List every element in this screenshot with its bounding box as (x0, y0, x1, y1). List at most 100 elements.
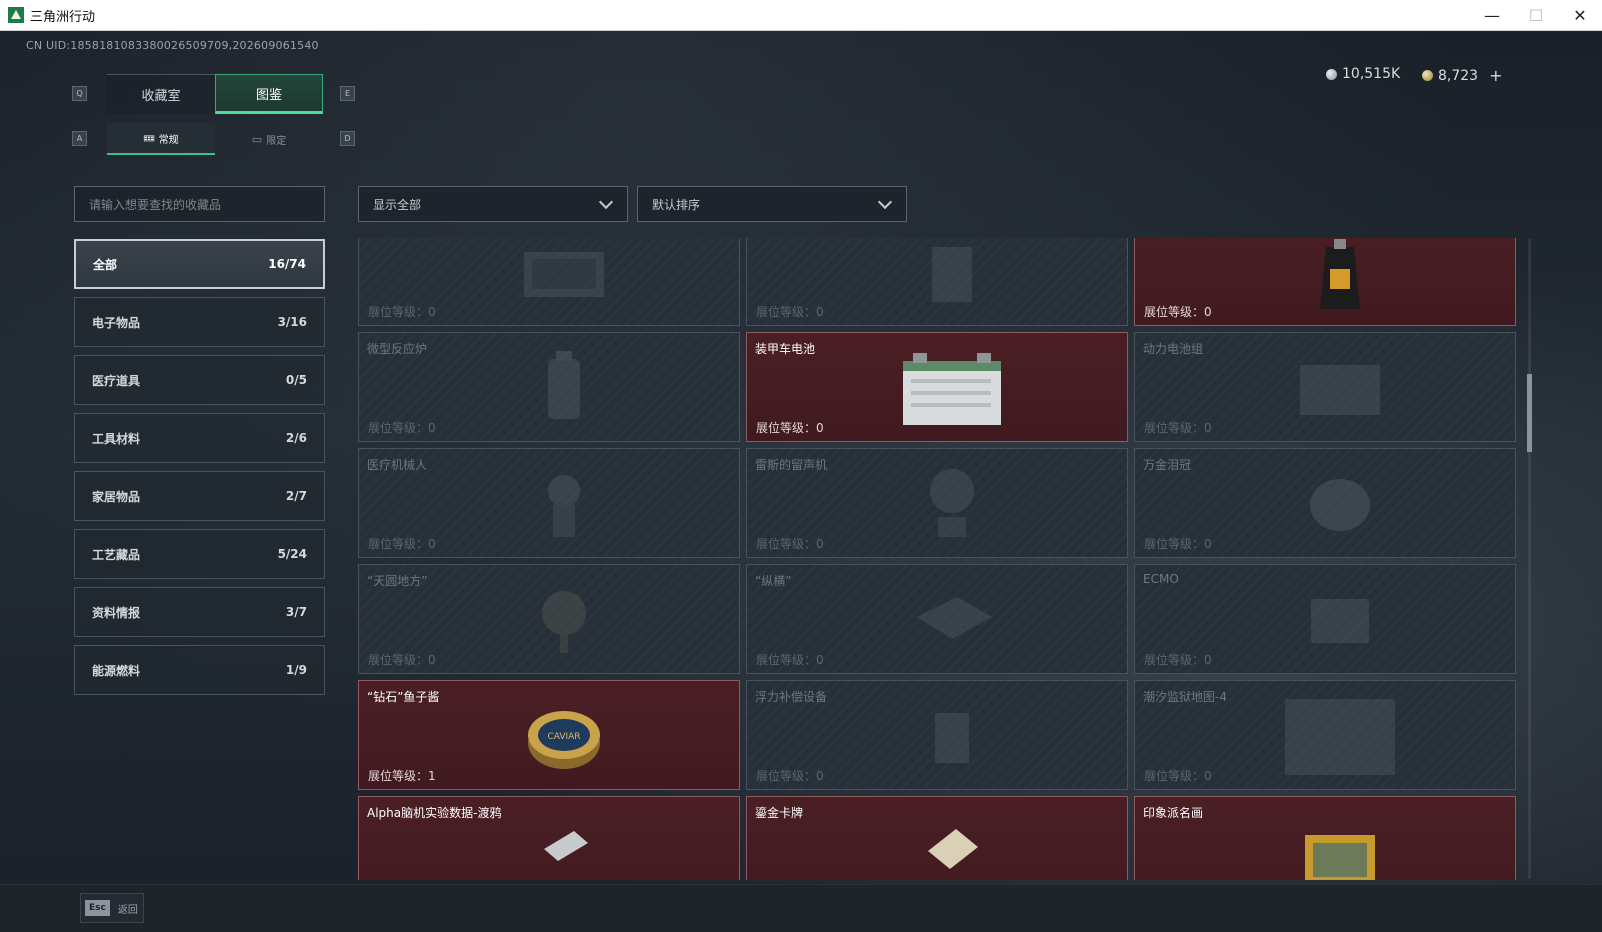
sub-tabs: 🝚 常规 ▭ 限定 (107, 123, 323, 155)
caviar-tin-icon: CAVIAR (509, 693, 619, 779)
card-level: 展位等级：0 (756, 421, 824, 435)
category-electronics[interactable]: 电子物品 3/16 (74, 297, 325, 347)
card-name: 雷斯的留声机 (755, 458, 828, 472)
card-name: 动力电池组 (1143, 342, 1204, 356)
category-count: 2/7 (285, 489, 307, 503)
key-hint-a[interactable]: A (72, 131, 87, 146)
collectible-card[interactable]: 装甲车电池 展位等级：0 (746, 332, 1128, 442)
card-level: 展位等级：1 (368, 769, 436, 783)
card-level: 展位等级：0 (756, 537, 824, 551)
back-button[interactable]: Esc 返回 (80, 893, 144, 923)
card-level: 展位等级：0 (1144, 305, 1212, 319)
crown-icon (1285, 461, 1395, 547)
flask-icon: 🝚 (143, 132, 155, 145)
card-name: 万金泪冠 (1143, 458, 1192, 472)
game-viewport: CN UID:1858181083380026509709,2026090615… (0, 31, 1602, 932)
category-name: 全部 (93, 257, 118, 272)
coffee-bag-icon (1285, 238, 1395, 315)
card-level: 展位等级：0 (756, 653, 824, 667)
filter-value: 显示全部 (373, 197, 422, 212)
collectible-card[interactable]: 万金泪冠 展位等级：0 (1134, 448, 1516, 558)
category-count: 1/9 (285, 663, 307, 677)
collectible-card[interactable]: 展位等级：0 (358, 238, 740, 326)
card-name: “天圆地方” (367, 574, 428, 588)
ecmo-machine-icon (1285, 577, 1395, 663)
card-name: 装甲车电池 (755, 342, 816, 356)
sort-value: 默认排序 (652, 197, 701, 212)
gold-amount: 8,723 (1438, 67, 1479, 84)
card-name: 浮力补偿设备 (755, 690, 828, 704)
bottom-bar: Esc 返回 (0, 884, 1602, 932)
close-button[interactable]: ✕ (1558, 0, 1602, 31)
category-intel[interactable]: 资料情报 3/7 (74, 587, 325, 637)
gold-card-icon (897, 809, 1007, 880)
card-name: “纵横” (755, 574, 792, 588)
subtab-limited[interactable]: ▭ 限定 (215, 123, 323, 155)
card-name: 微型反应炉 (367, 342, 428, 356)
collectible-card[interactable]: 潮汐监狱地图-4 展位等级：0 (1134, 680, 1516, 790)
category-count: 3/16 (277, 315, 307, 329)
subtab-regular[interactable]: 🝚 常规 (107, 123, 215, 155)
category-energy[interactable]: 能源燃料 1/9 (74, 645, 325, 695)
gold-currency: 8,723 + (1422, 66, 1503, 85)
collectible-card[interactable]: 雷斯的留声机 展位等级：0 (746, 448, 1128, 558)
card-level: 展位等级：0 (756, 769, 824, 783)
card-name: “钻石”鱼子酱 (367, 690, 440, 704)
collectible-card[interactable]: ECMO 展位等级：0 (1134, 564, 1516, 674)
category-medical[interactable]: 医疗道具 0/5 (74, 355, 325, 405)
collectible-card[interactable]: 医疗机械人 展位等级：0 (358, 448, 740, 558)
category-crafts[interactable]: 工艺藏品 5/24 (74, 529, 325, 579)
search-input[interactable]: 请输入想要查找的收藏品 (74, 186, 325, 222)
card-level: 展位等级：0 (368, 653, 436, 667)
card-level: 展位等级：0 (368, 421, 436, 435)
minimize-button[interactable]: — (1470, 0, 1514, 31)
key-hint-q[interactable]: Q (72, 86, 87, 101)
collectible-card[interactable]: 动力电池组 展位等级：0 (1134, 332, 1516, 442)
esc-key-icon: Esc (85, 900, 110, 916)
category-name: 资料情报 (92, 605, 141, 620)
silver-currency: 10,515K (1326, 66, 1400, 82)
card-level: 展位等级：0 (368, 305, 436, 319)
map-icon (1285, 693, 1395, 779)
gold-coin-icon (1422, 70, 1433, 81)
category-count: 5/24 (277, 547, 307, 561)
collectible-card[interactable]: 鎏金卡牌 (746, 796, 1128, 880)
key-hint-d[interactable]: D (340, 131, 355, 146)
collectible-card[interactable]: “纵横” 展位等级：0 (746, 564, 1128, 674)
collectible-card[interactable]: 展位等级：0 (1134, 238, 1516, 326)
add-currency-button[interactable]: + (1489, 66, 1502, 85)
category-all[interactable]: 全部 16/74 (74, 239, 325, 289)
category-tools[interactable]: 工具材料 2/6 (74, 413, 325, 463)
tab-collection-room[interactable]: 收藏室 (107, 74, 215, 114)
key-hint-e[interactable]: E (340, 86, 355, 101)
category-count: 2/6 (285, 431, 307, 445)
tab-codex[interactable]: 图鉴 (215, 74, 323, 114)
collectible-card[interactable]: Alpha脑机实验数据-渡鸦 (358, 796, 740, 880)
chevron-down-icon (598, 194, 614, 209)
window-controls: — ☐ ✕ (1470, 0, 1602, 31)
card-level: 展位等级：0 (368, 537, 436, 551)
battery-pack-icon (1285, 345, 1395, 431)
grid-scrollbar[interactable] (1528, 239, 1531, 879)
collectible-card[interactable]: 展位等级：0 (746, 238, 1128, 326)
collectible-card[interactable]: 印象派名画 (1134, 796, 1516, 880)
sort-dropdown[interactable]: 默认排序 (637, 186, 907, 222)
filter-dropdown[interactable]: 显示全部 (358, 186, 628, 222)
app-logo-icon (8, 7, 24, 23)
card-level: 展位等级：0 (1144, 421, 1212, 435)
category-name: 工艺藏品 (92, 547, 141, 562)
player-uid: CN UID:1858181083380026509709,2026090615… (26, 39, 319, 52)
collectible-card[interactable]: 浮力补偿设备 展位等级：0 (746, 680, 1128, 790)
grid-scrollbar-thumb[interactable] (1527, 374, 1532, 452)
collectible-card[interactable]: 微型反应炉 展位等级：0 (358, 332, 740, 442)
category-count: 3/7 (285, 605, 307, 619)
painting-icon (1285, 809, 1395, 880)
category-name: 工具材料 (92, 431, 141, 446)
collectible-grid: 展位等级：0 展位等级：0 展位等级：0 微型反应炉 展位等级：0 装甲车电池 (358, 238, 1520, 880)
chevron-down-icon (877, 194, 893, 209)
category-household[interactable]: 家居物品 2/7 (74, 471, 325, 521)
maximize-button[interactable]: ☐ (1514, 0, 1558, 31)
collectible-card[interactable]: “天圆地方” 展位等级：0 (358, 564, 740, 674)
collectible-card[interactable]: “钻石”鱼子酱 CAVIAR 展位等级：1 (358, 680, 740, 790)
category-name: 能源燃料 (92, 663, 141, 678)
